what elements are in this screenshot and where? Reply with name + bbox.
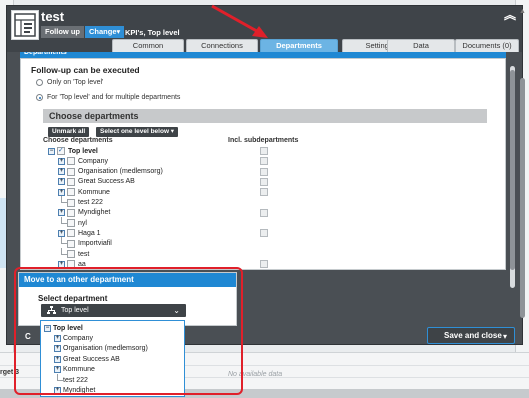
include-subdepartments-checkbox[interactable] xyxy=(260,167,268,176)
expand-plus-icon[interactable]: + xyxy=(58,229,65,237)
include-subdepartments-checkbox[interactable] xyxy=(260,147,268,155)
choose-departments-header: Choose departments xyxy=(43,109,487,123)
expand-plus-icon[interactable]: + xyxy=(58,178,65,186)
dialog-title: test xyxy=(41,9,65,24)
department-tree-row[interactable]: nyl xyxy=(58,216,87,228)
department-label: test 222 xyxy=(78,199,103,206)
choose-departments-column: Choose departments xyxy=(43,137,113,144)
department-label: Company xyxy=(78,157,108,165)
include-subdepartments-checkbox[interactable] xyxy=(260,208,268,217)
collapse-chevron-up-icon[interactable]: ︽ xyxy=(504,9,516,22)
change-button[interactable]: Change▾ xyxy=(85,26,125,38)
followup-logo-icon xyxy=(11,10,39,40)
radio-top-level-only[interactable]: Only on 'Top level' xyxy=(36,79,103,86)
include-subdepartments-checkbox[interactable] xyxy=(260,188,268,197)
department-label: Importviafil xyxy=(78,240,112,248)
department-label: Great Success AB xyxy=(78,178,135,186)
include-subdepartments-checkbox[interactable] xyxy=(260,260,268,269)
include-subdepartments-checkbox[interactable] xyxy=(260,157,268,166)
radio-multiple-departments[interactable]: For 'Top level' and for multiple departm… xyxy=(36,94,180,101)
incl-subdepartments-column: Incl. subdepartments xyxy=(228,137,299,144)
department-label: Kommune xyxy=(78,188,110,196)
kpi-level-text: KPI's, Top level xyxy=(125,28,180,37)
select-level-below-button[interactable]: Select one level below ▾ xyxy=(96,127,179,137)
save-and-close-button[interactable]: Save and close ▾ xyxy=(427,327,515,344)
department-checkbox[interactable] xyxy=(67,219,75,228)
department-label: Myndighet xyxy=(78,209,111,217)
expand-plus-icon[interactable]: + xyxy=(58,188,65,196)
chevron-down-icon: ▾ xyxy=(502,332,507,341)
department-tree-row[interactable]: + Great Success AB xyxy=(58,177,135,187)
department-checkbox[interactable] xyxy=(67,157,75,166)
departments-content: Follow-up can be executed Only on 'Top l… xyxy=(20,58,506,270)
department-checkbox[interactable] xyxy=(67,250,75,258)
scroll-up-icon[interactable]: ▲ xyxy=(519,8,526,16)
expand-plus-icon[interactable]: + xyxy=(58,157,65,165)
department-tree-row[interactable]: − Top level xyxy=(48,146,98,156)
followup-badge: Follow up xyxy=(41,26,84,38)
department-label: nyl xyxy=(78,219,87,227)
dialog-tabs: Common Connections Departments Settings … xyxy=(7,39,522,52)
expand-plus-icon[interactable]: + xyxy=(58,209,65,217)
department-label: Top level xyxy=(68,147,98,155)
department-checkbox[interactable] xyxy=(67,167,75,176)
department-label: Haga 1 xyxy=(78,229,101,237)
annotation-highlight-box xyxy=(14,267,243,395)
tab-documents[interactable]: Documents (0) xyxy=(455,39,519,52)
department-label: Organisation (medlemsorg) xyxy=(78,168,163,176)
tab-data[interactable]: Data xyxy=(387,39,455,52)
department-checkbox[interactable] xyxy=(67,188,75,197)
radio-button-selected[interactable] xyxy=(36,94,43,101)
window-scrollbar[interactable]: ▲ xyxy=(519,8,526,348)
department-label: test xyxy=(78,250,90,258)
department-checkbox[interactable] xyxy=(67,208,75,217)
tab-departments[interactable]: Departments xyxy=(260,39,338,52)
unmark-all-button[interactable]: Unmark all xyxy=(48,127,90,137)
department-checkbox[interactable] xyxy=(67,229,75,238)
radio-button[interactable] xyxy=(36,79,43,86)
tab-connections[interactable]: Connections xyxy=(186,39,258,52)
department-tree-row[interactable]: + Company xyxy=(58,156,108,166)
include-subdepartments-checkbox[interactable] xyxy=(260,229,268,238)
department-tree-row[interactable]: test 222 xyxy=(58,196,103,208)
department-checkbox[interactable] xyxy=(67,239,75,248)
collapse-minus-icon[interactable]: − xyxy=(48,147,55,155)
expand-plus-icon[interactable]: + xyxy=(58,168,65,176)
followup-heading: Follow-up can be executed xyxy=(31,65,140,75)
department-tree-row[interactable]: + Organisation (medlemsorg) xyxy=(58,167,163,177)
department-checkbox[interactable] xyxy=(67,198,75,207)
department-checkbox[interactable] xyxy=(57,146,65,155)
tab-common[interactable]: Common xyxy=(112,39,184,52)
include-subdepartments-checkbox[interactable] xyxy=(260,177,268,186)
department-checkbox[interactable] xyxy=(67,177,75,186)
content-scrollbar[interactable] xyxy=(510,66,515,288)
department-tree-row[interactable]: test xyxy=(58,247,90,259)
dialog-header: test Follow up Change▾ KPI's, Top level … xyxy=(7,6,522,52)
